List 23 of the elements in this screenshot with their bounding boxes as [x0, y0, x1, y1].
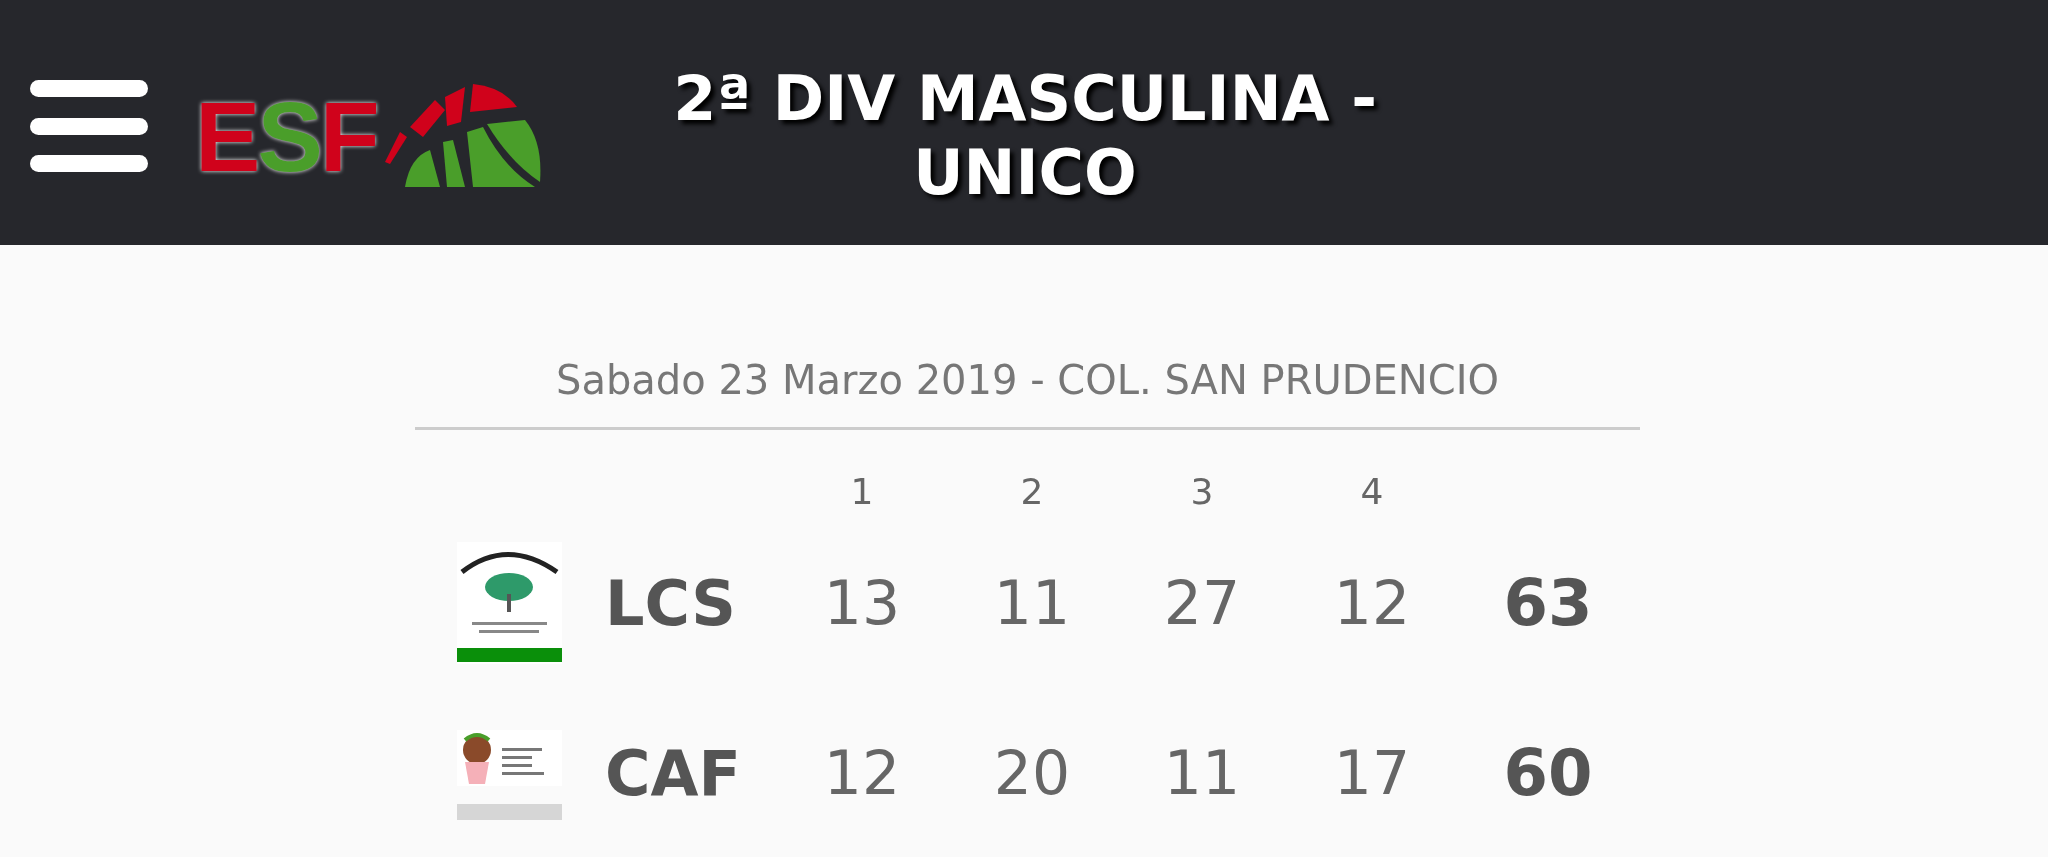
period-label: 4 [1359, 470, 1385, 514]
match-date-venue: Sabado 23 Marzo 2019 - COL. SAN PRUDENCIO [555, 356, 1500, 405]
menu-button[interactable] [30, 80, 148, 172]
quarter-score: 12 [822, 737, 902, 810]
total-score: 60 [1502, 735, 1594, 812]
quarter-score: 12 [1332, 567, 1412, 640]
page-title: 2ª DIV MASCULINA - UNICO [672, 62, 1378, 210]
quarter-score: 17 [1332, 737, 1412, 810]
period-label: 2 [1019, 470, 1045, 514]
period-label: 3 [1189, 470, 1215, 514]
logo-letter: F [319, 88, 377, 186]
total-score: 63 [1502, 565, 1594, 642]
logo-letter: S [257, 88, 320, 186]
quarter-score: 27 [1162, 567, 1242, 640]
quarter-score: 11 [1162, 737, 1242, 810]
quarter-score: 20 [992, 737, 1072, 810]
menu-icon [30, 80, 148, 172]
quarter-score: 11 [992, 567, 1072, 640]
team-name: CAF [605, 735, 742, 812]
quarter-score: 13 [822, 567, 902, 640]
logo-letter: E [195, 88, 258, 186]
period-label: 1 [849, 470, 875, 514]
team-name: LCS [605, 565, 737, 642]
